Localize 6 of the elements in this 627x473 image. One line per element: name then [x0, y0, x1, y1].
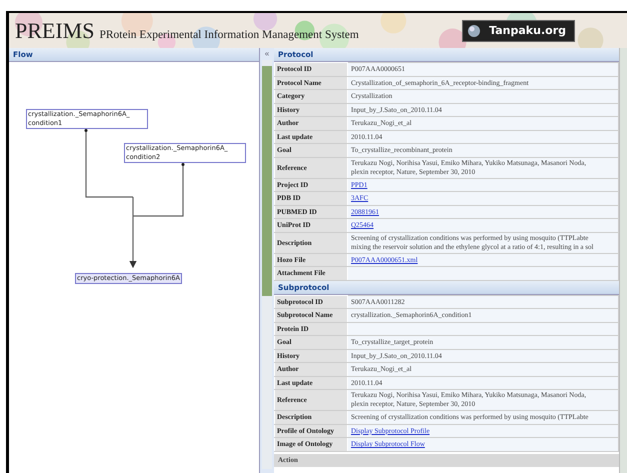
scrollbar[interactable]: [262, 60, 272, 469]
app-title: PREIMS: [15, 18, 94, 44]
site-logo[interactable]: Tanpaku.org: [462, 20, 575, 42]
scrollbar[interactable]: [619, 48, 627, 473]
app-subtitle: PRotein Experimental Information Management System: [99, 28, 359, 40]
globe-icon: [467, 24, 482, 38]
